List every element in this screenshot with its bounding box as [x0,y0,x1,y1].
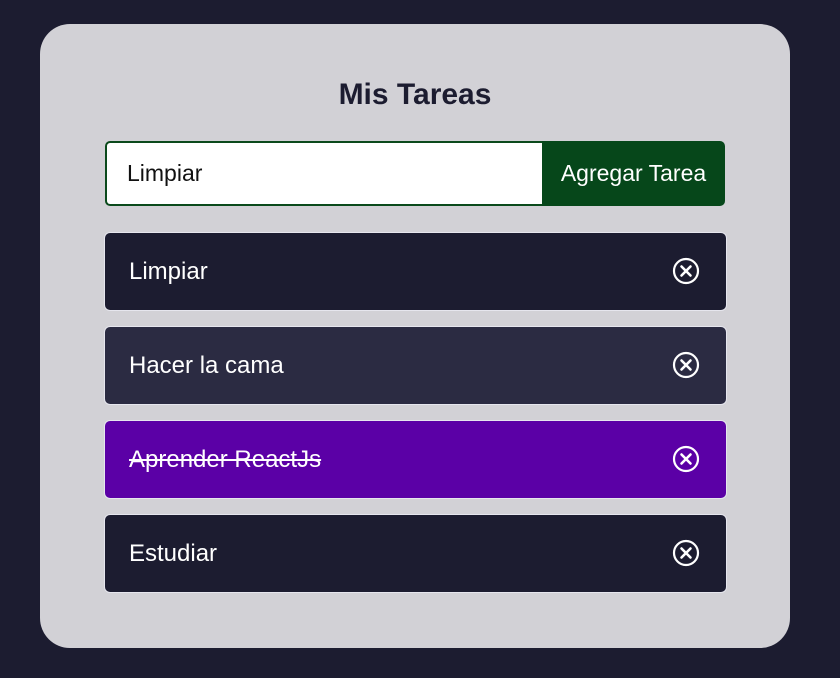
task-input[interactable] [105,141,542,206]
page-title: Mis Tareas [338,78,492,111]
task-item[interactable]: Estudiar [104,514,727,593]
close-circle-icon[interactable] [672,257,700,285]
task-label: Hacer la cama [129,351,284,379]
add-task-button[interactable]: Agregar Tarea [542,141,725,206]
task-label: Limpiar [129,257,208,285]
task-form: Agregar Tarea [105,141,725,206]
close-circle-icon[interactable] [672,539,700,567]
task-item[interactable]: Aprender ReactJs [104,420,727,499]
task-label: Estudiar [129,539,218,567]
task-label: Aprender ReactJs [129,445,322,473]
close-circle-icon[interactable] [672,351,700,379]
close-circle-icon[interactable] [672,445,700,473]
task-item[interactable]: Limpiar [104,232,727,311]
task-item[interactable]: Hacer la cama [104,326,727,405]
